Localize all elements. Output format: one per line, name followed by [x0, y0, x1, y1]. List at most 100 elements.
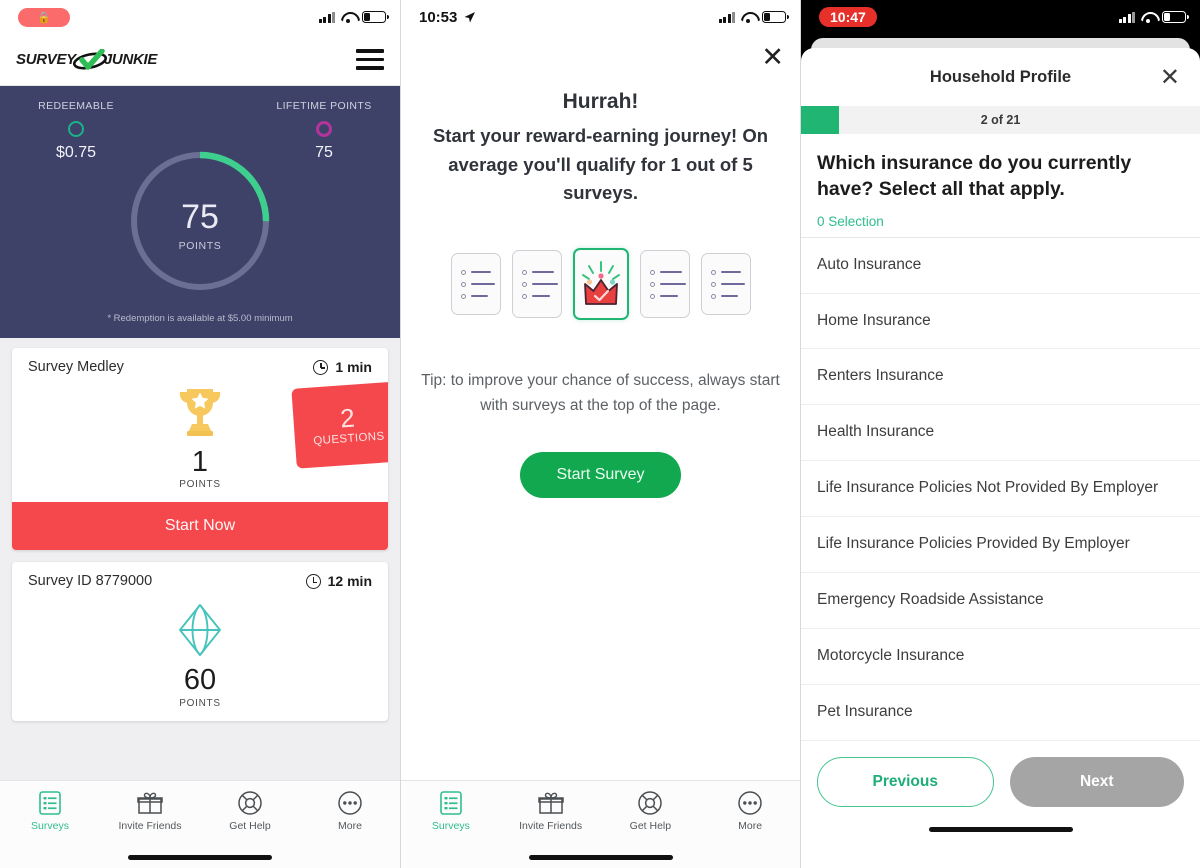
gift-icon: [537, 792, 564, 814]
record-pill: 🔒: [18, 7, 70, 27]
intro-heading-block: Hurrah! Start your reward-earning journe…: [401, 34, 800, 208]
three-phone-screenshots: 🔒 SURVEY JUNKIE REDEEMABLE $0.75 LIFETIM…: [0, 0, 1200, 868]
clock-icon: [305, 573, 321, 589]
survey-title: Survey Medley: [28, 359, 124, 375]
survey-card-8779000[interactable]: Survey ID 8779000 12 min 60 POINTS: [12, 562, 388, 721]
wifi-icon: [341, 12, 356, 23]
lifetime-ring-icon: [316, 121, 332, 137]
panel-surveys-home: 🔒 SURVEY JUNKIE REDEEMABLE $0.75 LIFETIM…: [0, 0, 400, 868]
close-icon[interactable]: ✕: [761, 44, 784, 71]
start-survey-button[interactable]: Start Survey: [520, 452, 681, 499]
status-bar-2: 10:53: [401, 0, 800, 34]
nav-buttons: Previous Next: [801, 741, 1200, 807]
survey-duration-label: 12 min: [327, 573, 372, 590]
option-row[interactable]: Home Insurance: [801, 294, 1200, 350]
bottom-tab-bar-1: Surveys Invite Friends Get Help More: [0, 780, 400, 868]
points-donut-chart: 75 POINTS: [125, 146, 275, 301]
logo-word-left: SURVEY: [16, 51, 76, 68]
redemption-note: * Redemption is available at $5.00 minim…: [107, 313, 293, 324]
points-caption: POINTS: [178, 240, 222, 252]
survey-list: Survey Medley 1 min 1 POINTS 2 QUESTIONS…: [0, 338, 400, 832]
survey-points: 60: [183, 664, 217, 697]
ellipsis-icon: [338, 790, 362, 815]
ellipsis-icon: [738, 790, 762, 815]
battery-icon: [1162, 11, 1189, 23]
tab-more[interactable]: More: [700, 781, 800, 841]
tab-label: Surveys: [431, 819, 470, 832]
points-summary-hero: REDEEMABLE $0.75 LIFETIME POINTS 75 75 P…: [0, 86, 400, 338]
status-bar-left-1: 🔒: [18, 7, 70, 27]
surveys-list-icon: [39, 790, 61, 815]
battery-icon: [362, 11, 389, 23]
questions-tag: 2 QUESTIONS: [291, 381, 388, 469]
option-row[interactable]: Emergency Roadside Assistance: [801, 573, 1200, 630]
option-row[interactable]: Life Insurance Policies Provided By Empl…: [801, 517, 1200, 574]
card-body: 1 POINTS 2 QUESTIONS: [12, 379, 388, 502]
check-swoosh-icon: [72, 48, 107, 71]
wifi-icon: [741, 12, 756, 23]
hurrah-subheading: Start your reward-earning journey! On av…: [432, 125, 769, 204]
bottom-tab-bar-2: Surveys Invite Friends Get Help More: [401, 780, 800, 868]
sheet-footer: Previous Next: [801, 740, 1200, 868]
progress-fill: [801, 106, 839, 134]
battery-icon: [762, 11, 789, 23]
tab-invite-friends[interactable]: Invite Friends: [100, 781, 200, 841]
lifetime-label: LIFETIME POINTS: [276, 100, 372, 112]
option-row[interactable]: Health Insurance: [801, 405, 1200, 462]
question-text: Which insurance do you currently have? S…: [817, 152, 1132, 201]
hamburger-icon[interactable]: [356, 49, 384, 70]
tip-text: Tip: to improve your chance of success, …: [421, 372, 780, 415]
tab-invite-friends[interactable]: Invite Friends: [501, 781, 601, 841]
close-icon[interactable]: ✕: [1160, 66, 1180, 90]
survey-junkie-logo: SURVEY JUNKIE: [16, 48, 157, 71]
survey-card-medley[interactable]: Survey Medley 1 min 1 POINTS 2 QUESTIONS…: [12, 348, 388, 551]
crown-icon: [581, 261, 620, 305]
home-indicator: [928, 827, 1073, 832]
option-row[interactable]: Pet Insurance: [801, 685, 1200, 741]
option-row[interactable]: Renters Insurance: [801, 349, 1200, 406]
next-button[interactable]: Next: [1009, 757, 1184, 807]
card-header: Survey ID 8779000 12 min: [12, 562, 388, 593]
options-list: Auto Insurance Home Insurance Renters In…: [801, 236, 1200, 741]
question-block: Which insurance do you currently have? S…: [801, 134, 1200, 237]
survey-duration: 12 min: [305, 573, 372, 590]
tab-surveys[interactable]: Surveys: [0, 781, 100, 841]
previous-button[interactable]: Previous: [817, 757, 994, 807]
tab-more[interactable]: More: [300, 781, 400, 841]
option-row[interactable]: Auto Insurance: [801, 238, 1200, 294]
page-title: Household Profile: [929, 67, 1072, 86]
panel-household-profile: 10:47 Household Profile ✕ 2 of 21 Which …: [800, 0, 1200, 868]
status-bar-right-3: [1118, 11, 1189, 23]
selection-count: 0 Selection: [817, 213, 884, 229]
tab-get-help[interactable]: Get Help: [200, 781, 300, 841]
profile-sheet: Household Profile ✕ 2 of 21 Which insura…: [801, 48, 1200, 868]
option-row[interactable]: Life Insurance Policies Not Provided By …: [801, 461, 1200, 518]
lock-icon: 🔒: [37, 11, 51, 24]
tab-label: Invite Friends: [519, 819, 583, 832]
survey-title: Survey ID 8779000: [28, 573, 153, 590]
questions-count: 2: [339, 402, 356, 434]
tab-label: Invite Friends: [118, 819, 182, 832]
status-bar-3: 10:47: [801, 0, 1200, 34]
app-header: SURVEY JUNKIE: [0, 34, 400, 86]
home-indicator: [128, 855, 272, 860]
tabs-1: Surveys Invite Friends Get Help More: [0, 781, 400, 841]
lifebuoy-icon: [238, 790, 262, 815]
survey-points-caption: POINTS: [179, 697, 221, 709]
start-now-button[interactable]: Start Now: [12, 502, 388, 551]
tab-get-help[interactable]: Get Help: [601, 781, 701, 841]
questions-label: QUESTIONS: [312, 430, 385, 448]
cellular-icon: [1118, 11, 1135, 23]
survey-cards-illustration: [401, 248, 800, 321]
tabs-2: Surveys Invite Friends Get Help More: [401, 781, 800, 841]
status-time: 10:47: [819, 7, 877, 27]
survey-doc-icon: [450, 253, 501, 316]
option-row[interactable]: Motorcycle Insurance: [801, 629, 1200, 685]
tab-label: Surveys: [31, 819, 69, 832]
redeemable-stat: REDEEMABLE $0.75: [16, 100, 136, 162]
lifetime-value: 75: [315, 144, 333, 161]
hurrah-heading: Hurrah!: [562, 90, 639, 113]
survey-doc-icon: [700, 253, 751, 316]
tab-surveys[interactable]: Surveys: [401, 781, 501, 841]
gift-icon: [137, 792, 163, 814]
